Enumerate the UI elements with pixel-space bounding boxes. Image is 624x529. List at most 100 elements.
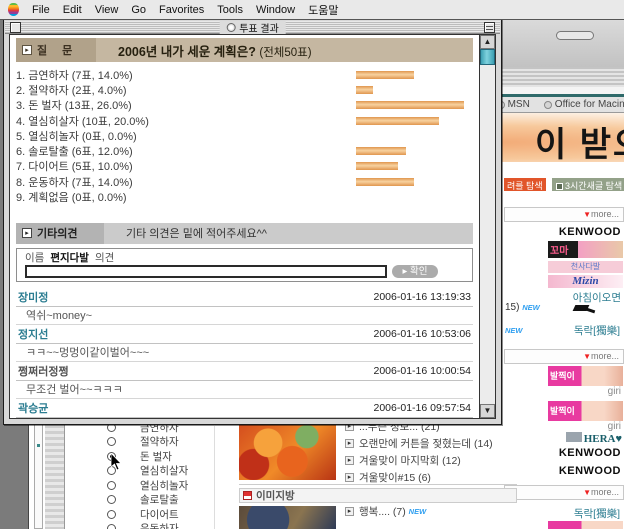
column-divider bbox=[214, 426, 215, 529]
bullet-icon: ▸ bbox=[345, 473, 354, 482]
dokrak-link[interactable]: 독락[獨樂] bbox=[574, 323, 620, 338]
comment-header: 쩡쩌러정쩡 2006-01-16 10:00:54 bbox=[16, 362, 473, 381]
comment-header: 장미정 2006-01-16 13:19:33 bbox=[16, 288, 473, 307]
result-bar bbox=[356, 147, 406, 155]
bullet-icon: ▸ bbox=[345, 507, 354, 516]
more-link[interactable]: ▼more... bbox=[504, 485, 624, 500]
kkoma-ad-banner[interactable]: 꼬마 bbox=[548, 241, 623, 258]
menu-item[interactable]: 도움말 bbox=[308, 2, 338, 18]
mizin-ad-banner[interactable]: Mizin bbox=[548, 275, 623, 288]
menu-item[interactable]: Favorites bbox=[159, 4, 204, 16]
menu-item[interactable]: Edit bbox=[63, 4, 82, 16]
poll-option-list: 1. 금연하자 (7표, 14.0%) 2. 절약하자 (2표, 4.0%) 3… bbox=[16, 67, 473, 205]
opinion-input[interactable] bbox=[25, 265, 387, 278]
poll-radio-option[interactable]: 열심히놀자 bbox=[101, 478, 241, 493]
comment-item: 정지선 2006-01-16 10:53:06 ㅋㅋ~~멍멍이같이벌어~~~ bbox=[16, 325, 473, 362]
comment-item: 곽승균 2006-01-16 09:57:54 bbox=[16, 399, 473, 418]
cheonsa-ad-banner[interactable]: 천사다발 bbox=[548, 261, 623, 273]
more-link[interactable]: ▼more... bbox=[504, 349, 624, 364]
bullet-icon: ▸ bbox=[345, 439, 354, 448]
board-item[interactable]: ▸ 겨울맞이 마지막회 (12) bbox=[345, 452, 525, 469]
radio-icon[interactable] bbox=[107, 524, 116, 529]
balzzik-ad-banner[interactable]: 발찍이 bbox=[548, 366, 623, 386]
close-box-icon[interactable] bbox=[10, 22, 21, 33]
poll-radio-option[interactable]: 다이어트 bbox=[101, 507, 241, 522]
window-body: ▸ 질 문 2006년 내가 세운 계획은? (전체50표) 1. 금연하자 (… bbox=[9, 34, 496, 419]
menu-item[interactable]: Window bbox=[256, 4, 295, 16]
section-divider bbox=[239, 484, 517, 485]
mouse-cursor bbox=[111, 453, 123, 471]
search-button-orange[interactable]: 려를 탐색 bbox=[504, 178, 546, 191]
result-bar bbox=[356, 162, 398, 170]
image-room-photo[interactable] bbox=[239, 506, 336, 529]
hera-ad[interactable]: HERA♥ bbox=[566, 432, 622, 445]
tick-mark bbox=[37, 444, 40, 447]
comment-text: ㅋㅋ~~멍멍이같이벌어~~~ bbox=[16, 344, 473, 362]
form-labels: 이름 편지다발 의견 bbox=[25, 251, 468, 264]
lantern-photo[interactable] bbox=[239, 418, 336, 480]
question-total: (전체50표) bbox=[259, 47, 311, 59]
poll-result-row: 7. 다이어트 (5표, 10.0%) bbox=[16, 159, 473, 174]
menu-item[interactable]: View bbox=[95, 4, 119, 16]
poll-result-row: 9. 계획없음 (0표, 0.0%) bbox=[16, 189, 473, 204]
comment-author: 곽승균 bbox=[18, 400, 48, 416]
comment-author: 쩡쩌러정쩡 bbox=[18, 363, 69, 379]
window-title: 투표 결과 bbox=[219, 21, 286, 34]
down-triangle-icon: ▼ bbox=[583, 210, 591, 219]
scroll-down-icon[interactable]: ▼ bbox=[480, 404, 495, 418]
result-bar bbox=[356, 71, 414, 79]
poll-radio-option[interactable]: 솔로탈출 bbox=[101, 493, 241, 508]
board-item-list: ▸ ...무슨 정보... (21) ▸ 오랜만에 커튼을 젖혔는데 (14) … bbox=[345, 418, 525, 486]
opinion-form: 이름 편지다발 의견 ▸ 확인 bbox=[16, 248, 473, 282]
browser-titlebar-pill bbox=[556, 31, 594, 40]
poll-radio-option[interactable]: 운동하자 bbox=[101, 522, 241, 529]
balzzik-ad-banner[interactable]: 발찍이 bbox=[548, 401, 623, 421]
new-badge: NEW bbox=[409, 507, 427, 516]
scroll-up-icon[interactable]: ▲ bbox=[480, 35, 495, 49]
poll-result-row: 8. 운동하자 (7표, 14.0%) bbox=[16, 174, 473, 189]
radio-icon[interactable] bbox=[107, 437, 116, 446]
comment-timestamp: 2006-01-16 10:00:54 bbox=[374, 365, 472, 377]
menu-item[interactable]: File bbox=[32, 4, 50, 16]
kenwood-ad[interactable]: KENWOOD bbox=[559, 226, 621, 238]
comment-item: 장미정 2006-01-16 13:19:33 역쉬~money~ bbox=[16, 288, 473, 325]
giri-caption: giri bbox=[608, 386, 621, 397]
window-titlebar[interactable]: 투표 결과 bbox=[5, 21, 500, 34]
apple-menu-icon[interactable] bbox=[8, 3, 19, 16]
result-bar bbox=[356, 178, 414, 186]
image-section-header: 이미지방 bbox=[239, 488, 517, 503]
menu-bar: File Edit View Go Favorites Tools Window 도움말 bbox=[0, 0, 624, 20]
hera-thumb bbox=[566, 432, 582, 442]
comment-list: 장미정 2006-01-16 13:19:33 역쉬~money~ 정지선 20… bbox=[16, 288, 473, 418]
dokrak-link[interactable]: 독락[獨樂] bbox=[574, 506, 620, 521]
menu-item[interactable]: Go bbox=[131, 4, 146, 16]
banner-text: 이 받으세 bbox=[535, 117, 624, 166]
comment-timestamp: 2006-01-16 10:53:06 bbox=[374, 328, 472, 340]
board-item[interactable]: ▸ 행복.... (7) NEW bbox=[345, 503, 426, 520]
search-button-3hour[interactable]: 3시간새글 탐색 bbox=[552, 178, 624, 191]
occluded-count-fragment: 15) NEW bbox=[505, 302, 540, 313]
window-scrollbar[interactable]: ▲ ▼ bbox=[479, 35, 495, 418]
window-app-icon bbox=[226, 23, 235, 32]
comment-header: 정지선 2006-01-16 10:53:06 bbox=[16, 325, 473, 344]
favorite-office[interactable]: Office for Macin bbox=[544, 99, 624, 110]
image-room-icon bbox=[243, 491, 252, 500]
kenwood-ad[interactable]: KENWOOD bbox=[559, 447, 621, 459]
radio-icon[interactable] bbox=[107, 510, 116, 519]
form-input-row: ▸ 확인 bbox=[25, 265, 468, 278]
radio-icon[interactable] bbox=[107, 495, 116, 504]
board-item[interactable]: ▸ 오랜만에 커튼을 젖혔는데 (14) bbox=[345, 435, 525, 452]
menu-item[interactable]: Tools bbox=[217, 4, 243, 16]
more-link[interactable]: ▼more... bbox=[504, 207, 624, 222]
comment-author: 장미정 bbox=[18, 289, 48, 305]
confirm-button[interactable]: ▸ 확인 bbox=[392, 265, 438, 278]
brush-icon bbox=[574, 303, 596, 317]
arrow-box-icon: ▸ bbox=[22, 228, 32, 238]
poll-results-window: 투표 결과 ▸ 질 문 2006년 내가 세운 계획은? (전체50표) bbox=[3, 19, 502, 425]
scrollbar-thumb[interactable] bbox=[480, 49, 495, 65]
poll-radio-option[interactable]: 절약하자 bbox=[101, 435, 241, 450]
radio-icon[interactable] bbox=[107, 481, 116, 490]
kenwood-ad[interactable]: KENWOOD bbox=[559, 465, 621, 477]
collapse-box-icon[interactable] bbox=[484, 22, 495, 33]
partial-ad-banner[interactable] bbox=[548, 521, 623, 529]
